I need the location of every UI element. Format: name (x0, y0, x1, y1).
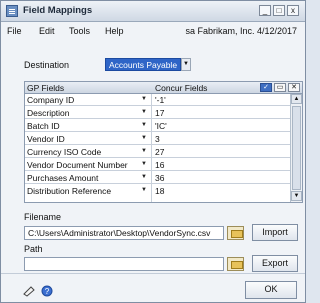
table-row[interactable]: Company ID ▼ '-1' (25, 94, 290, 106)
menu-file[interactable]: File (7, 26, 22, 36)
menu-edit[interactable]: Edit (39, 26, 55, 36)
folder-icon[interactable] (227, 257, 244, 271)
scroll-down-icon[interactable]: ▼ (291, 191, 302, 201)
field-mappings-app-icon (6, 5, 18, 17)
import-button[interactable]: Import (252, 224, 298, 241)
menu-tools[interactable]: Tools (69, 26, 90, 36)
concur-field-cell[interactable]: 18 (155, 186, 164, 196)
path-field[interactable] (24, 257, 224, 271)
scroll-up-icon[interactable]: ▲ (291, 94, 302, 104)
destination-dropdown-icon[interactable]: ▼ (181, 58, 191, 71)
field-mappings-window: Field Mappings _ □ x File Edit Tools Hel… (0, 0, 306, 303)
company-info: sa Fabrikam, Inc. 4/12/2017 (185, 26, 297, 36)
folder-icon[interactable] (227, 226, 244, 240)
table-row[interactable]: Distribution Reference ▼ 18 (25, 185, 290, 197)
filename-label: Filename (24, 212, 62, 222)
column-gp-fields: GP Fields (27, 83, 65, 93)
concur-field-cell[interactable]: 'IC' (155, 121, 167, 131)
dropdown-arrow-icon[interactable]: ▼ (139, 146, 149, 157)
concur-field-cell[interactable]: 36 (155, 173, 164, 183)
dropdown-arrow-icon[interactable]: ▼ (139, 172, 149, 183)
concur-field-cell[interactable]: 17 (155, 108, 164, 118)
field-mappings-grid: GP Fields Concur Fields ✓ ▭ ✕ Company ID… (24, 81, 303, 203)
destination-label: Destination (24, 60, 70, 70)
svg-text:?: ? (45, 287, 50, 296)
dropdown-arrow-icon[interactable]: ▼ (139, 107, 149, 118)
close-button[interactable]: x (287, 5, 299, 16)
dropdown-arrow-icon[interactable]: ▼ (139, 94, 149, 105)
gp-field-cell: Currency ISO Code (27, 147, 102, 157)
dropdown-arrow-icon[interactable]: ▼ (139, 185, 149, 196)
maximize-button[interactable]: □ (273, 5, 285, 16)
scrollbar-thumb[interactable] (292, 106, 301, 190)
table-row[interactable]: Vendor Document Number ▼ 16 (25, 159, 290, 171)
table-row[interactable]: Currency ISO Code ▼ 27 (25, 146, 290, 158)
destination-select[interactable]: Accounts Payable (105, 58, 181, 71)
concur-field-cell[interactable]: 3 (155, 134, 160, 144)
ok-button[interactable]: OK (245, 281, 297, 299)
gp-field-cell: Purchases Amount (27, 173, 99, 183)
expand-icon[interactable]: ✓ (260, 83, 272, 92)
gp-field-cell: Vendor ID (27, 134, 65, 144)
dropdown-arrow-icon[interactable]: ▼ (139, 159, 149, 170)
table-row[interactable]: Description ▼ 17 (25, 107, 290, 119)
gp-field-cell: Vendor Document Number (27, 160, 128, 170)
path-label: Path (24, 244, 43, 254)
footer-divider (1, 273, 305, 274)
note-icon[interactable]: ▭ (274, 83, 286, 92)
gp-field-cell: Description (27, 108, 70, 118)
export-button[interactable]: Export (252, 255, 298, 272)
dropdown-arrow-icon[interactable]: ▼ (139, 120, 149, 131)
table-row[interactable]: Purchases Amount ▼ 36 (25, 172, 290, 184)
gp-field-cell: Company ID (27, 95, 75, 105)
help-icon[interactable]: ? (41, 285, 53, 297)
concur-field-cell[interactable]: 27 (155, 147, 164, 157)
window-title: Field Mappings (23, 5, 93, 16)
filename-field[interactable]: C:\Users\Administrator\Desktop\VendorSyn… (24, 226, 224, 240)
grid-header-tools: ✓ ▭ ✕ (259, 82, 302, 93)
grid-header: GP Fields Concur Fields ✓ ▭ ✕ (25, 82, 302, 94)
grid-scrollbar[interactable]: ▲ ▼ (290, 94, 302, 202)
note-icon[interactable] (23, 285, 35, 297)
table-row[interactable]: Vendor ID ▼ 3 (25, 133, 290, 145)
title-bar: Field Mappings _ □ x (1, 1, 305, 22)
column-concur-fields: Concur Fields (155, 83, 208, 93)
minimize-button[interactable]: _ (259, 5, 271, 16)
concur-field-cell[interactable]: '-1' (155, 95, 166, 105)
concur-field-cell[interactable]: 16 (155, 160, 164, 170)
menu-help[interactable]: Help (105, 26, 124, 36)
gp-field-cell: Batch ID (27, 121, 60, 131)
dropdown-arrow-icon[interactable]: ▼ (139, 133, 149, 144)
table-row[interactable]: Batch ID ▼ 'IC' (25, 120, 290, 132)
gp-field-cell: Distribution Reference (27, 186, 112, 196)
delete-icon[interactable]: ✕ (288, 83, 300, 92)
menu-bar: File Edit Tools Help sa Fabrikam, Inc. 4… (1, 23, 305, 41)
